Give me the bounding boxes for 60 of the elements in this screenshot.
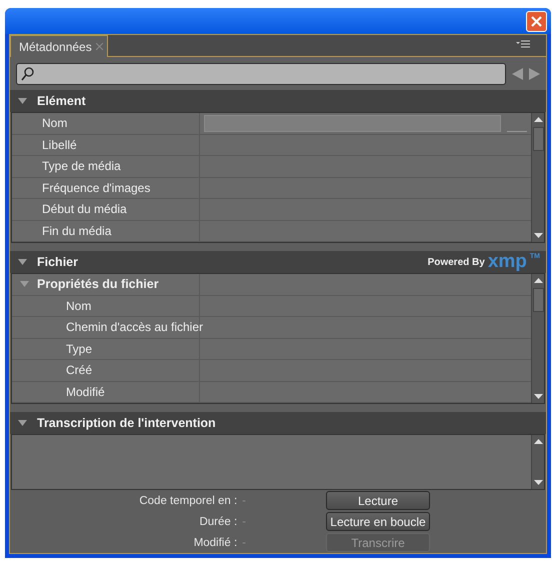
property-row[interactable]: Modifié: [12, 382, 531, 403]
info-label: Modifié :: [194, 536, 238, 548]
property-label: Début du média: [42, 202, 127, 216]
scrollbar[interactable]: [531, 274, 544, 403]
property-label: Nom: [42, 116, 68, 130]
property-row[interactable]: Type de média: [12, 156, 531, 178]
panel-menu-icon[interactable]: [516, 40, 530, 50]
property-label: Nom: [66, 298, 92, 313]
action-button[interactable]: Lecture en boucle: [326, 512, 430, 531]
property-label: Chemin d'accès au fichier: [66, 320, 204, 334]
previous-icon[interactable]: [512, 68, 523, 80]
property-label: Fin du média: [42, 224, 112, 238]
property-row[interactable]: Type: [12, 338, 531, 360]
scroll-up-icon[interactable]: [534, 277, 542, 285]
scroll-thumb[interactable]: [532, 288, 544, 312]
property-row[interactable]: Chemin d'accès au fichier: [12, 317, 531, 338]
expanded-triangle-icon[interactable]: [18, 258, 27, 266]
search-field[interactable]: [16, 63, 506, 85]
expanded-triangle-icon[interactable]: [18, 97, 27, 105]
close-button[interactable]: [526, 10, 547, 32]
property-label: Type de média: [42, 159, 121, 174]
property-label: Libellé: [42, 138, 77, 152]
group-label: Propriétés du fichier: [37, 277, 159, 292]
property-row[interactable]: Début du média: [12, 199, 531, 220]
property-label: Modifié: [66, 384, 105, 399]
info-label: Durée :: [199, 516, 238, 528]
info-value: -: [242, 516, 246, 528]
scroll-down-icon[interactable]: [534, 478, 542, 486]
section-title: Fichier: [37, 255, 78, 269]
info-value: -: [242, 494, 246, 506]
value-field[interactable]: [204, 114, 501, 132]
property-row[interactable]: Fréquence d'images: [12, 178, 531, 199]
property-row[interactable]: Nom: [12, 296, 531, 317]
group-row[interactable]: Propriétés du fichier: [12, 274, 531, 296]
scrollbar[interactable]: [531, 435, 544, 489]
scroll-down-icon[interactable]: [534, 231, 542, 239]
scroll-up-icon[interactable]: [534, 438, 542, 446]
scrollbar[interactable]: [531, 113, 544, 242]
property-row[interactable]: Fin du média: [12, 220, 531, 242]
scroll-down-icon[interactable]: [534, 392, 542, 400]
section-header[interactable]: Transcription de l'intervention: [10, 412, 546, 434]
property-row[interactable]: Créé: [12, 360, 531, 382]
section-title: Transcription de l'intervention: [37, 416, 216, 430]
info-label: Code temporel en :: [139, 494, 238, 506]
next-icon[interactable]: [529, 68, 540, 80]
section-title: Elément: [37, 94, 86, 108]
property-label: Type: [66, 342, 92, 356]
action-button[interactable]: Lecture: [326, 491, 430, 510]
property-row[interactable]: Nom: [12, 113, 531, 134]
property-row[interactable]: Libellé: [12, 134, 531, 156]
scroll-thumb[interactable]: [532, 127, 544, 151]
panel-tab[interactable]: Métadonnées: [10, 35, 108, 57]
section-header[interactable]: Elément: [10, 90, 546, 112]
search-icon: [21, 67, 34, 81]
property-label: Créé: [66, 363, 92, 378]
info-value: -: [242, 536, 246, 548]
scroll-up-icon[interactable]: [534, 116, 542, 124]
property-label: Fréquence d'images: [42, 180, 150, 195]
close-icon: [531, 16, 542, 26]
expanded-triangle-icon[interactable]: [18, 419, 27, 427]
